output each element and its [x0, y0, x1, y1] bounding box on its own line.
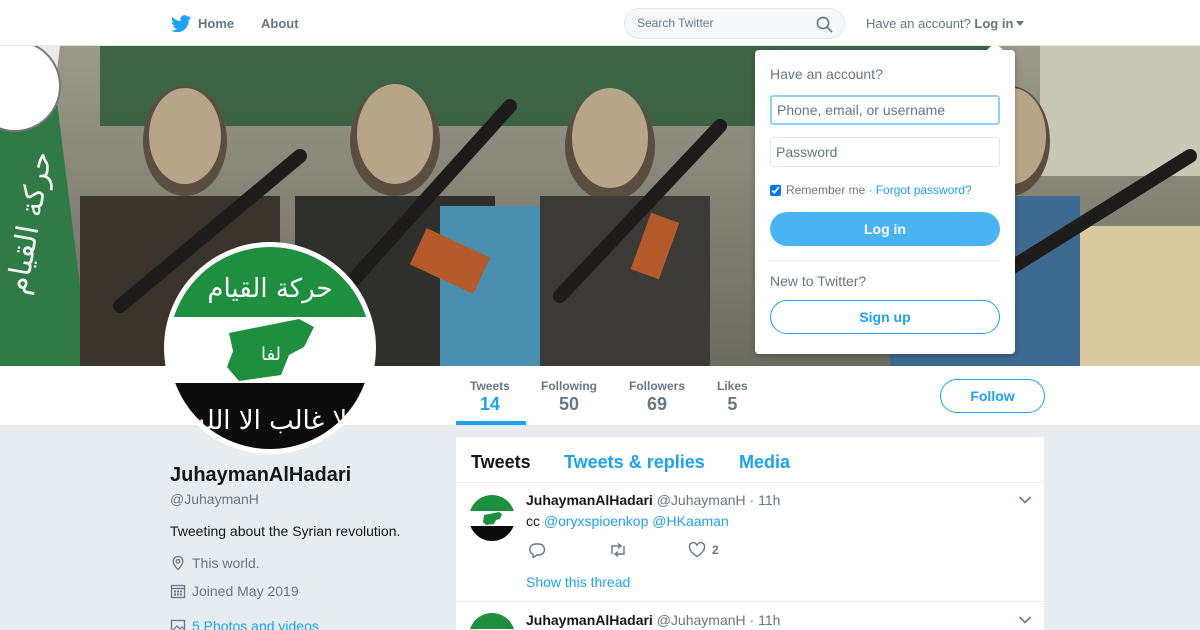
nav-home-label: Home: [198, 15, 235, 31]
remember-row: Remember me · Forgot password?: [770, 183, 972, 197]
stat-following-value: 50: [558, 394, 580, 414]
username-field[interactable]: [770, 95, 1000, 125]
stat-followers-label: Followers: [629, 379, 686, 393]
reply-button[interactable]: [528, 542, 546, 558]
active-stat-underline: [456, 421, 526, 425]
tweet-author-name[interactable]: JuhaymanAlHadari: [526, 612, 653, 628]
stat-following-label: Following: [541, 379, 597, 393]
profile-name[interactable]: JuhaymanAlHadari: [170, 464, 351, 487]
profile-joined-text: Joined May 2019: [192, 583, 299, 599]
profile-handle[interactable]: @JuhaymanH: [170, 491, 259, 507]
tweet-timestamp[interactable]: · 11h: [750, 612, 781, 628]
search-box: [624, 8, 845, 39]
avatar-logo: حركة القيام لفا لا غالب الا الله: [169, 247, 371, 449]
tweet-text-prefix: cc: [526, 513, 540, 529]
heart-icon: [688, 542, 706, 558]
tweet-avatar[interactable]: [469, 495, 515, 541]
login-button[interactable]: Log in: [770, 212, 1000, 246]
profile-joined: Joined May 2019: [170, 583, 299, 599]
tweet-header: JuhaymanAlHadari @JuhaymanH · 11h: [526, 612, 780, 628]
stat-likes[interactable]: Likes 5: [717, 379, 748, 415]
tab-tweets-replies[interactable]: Tweets & replies: [564, 452, 705, 473]
chevron-down-icon[interactable]: [1018, 615, 1032, 625]
chevron-down-icon[interactable]: [1018, 495, 1032, 505]
login-toggle-label: Log in: [974, 16, 1014, 31]
photos-videos-link[interactable]: 5 Photos and videos: [192, 618, 319, 630]
retweet-button[interactable]: [608, 542, 628, 558]
follow-button[interactable]: Follow: [940, 379, 1045, 413]
twitter-bird-icon: [171, 14, 191, 32]
tweet-avatar[interactable]: [469, 613, 515, 630]
tweet-author-handle[interactable]: @JuhaymanH: [657, 492, 746, 508]
profile-photos: 5 Photos and videos: [170, 618, 319, 630]
tweet-avatar-logo: [469, 495, 515, 541]
top-navigation-bar: Home About Have an account? Log in: [0, 0, 1200, 46]
avatar-map-text: لفا: [261, 344, 281, 365]
tab-tweets[interactable]: Tweets: [471, 452, 531, 473]
tweet[interactable]: JuhaymanAlHadari @JuhaymanH · 11h cc @or…: [456, 483, 1044, 602]
tweet-mention[interactable]: @HKaaman: [652, 513, 728, 529]
nav-home-link[interactable]: Home: [171, 13, 234, 33]
new-to-twitter-text: New to Twitter?: [770, 273, 867, 289]
avatar-text-top: حركة القيام: [207, 274, 332, 304]
search-input[interactable]: [637, 16, 807, 30]
login-dropdown-toggle[interactable]: Log in: [974, 16, 1025, 31]
tweet-mention[interactable]: @oryxspioenkop: [544, 513, 649, 529]
nav-about-link[interactable]: About: [261, 16, 299, 31]
location-pin-icon: [172, 555, 184, 571]
forgot-password-link[interactable]: Forgot password?: [876, 183, 972, 197]
chevron-down-icon: [1016, 21, 1025, 26]
stat-likes-value: 5: [727, 394, 738, 414]
search-icon[interactable]: [816, 16, 833, 33]
stat-followers[interactable]: Followers 69: [629, 379, 685, 415]
retweet-icon: [611, 542, 625, 558]
remember-me-label: Remember me ·: [786, 183, 873, 197]
tweet[interactable]: JuhaymanAlHadari @JuhaymanH · 11h: [456, 603, 1044, 630]
stat-following[interactable]: Following 50: [541, 379, 597, 415]
avatar[interactable]: حركة القيام لفا لا غالب الا الله: [164, 242, 376, 454]
calendar-icon: [170, 584, 186, 599]
account-prompt: Have an account? Log in: [866, 16, 1025, 31]
profile-location-text: This world.: [192, 555, 260, 571]
show-thread-link[interactable]: Show this thread: [526, 574, 630, 590]
tweet-avatar-logo: [469, 613, 515, 630]
tweet-text: cc @oryxspioenkop @HKaaman: [526, 513, 729, 529]
stat-likes-label: Likes: [717, 379, 748, 393]
password-field[interactable]: [770, 137, 1000, 167]
profile-bio: Tweeting about the Syrian revolution.: [170, 523, 401, 539]
stat-tweets-value: 14: [479, 394, 500, 414]
like-button[interactable]: 2: [688, 542, 719, 558]
have-account-text: Have an account?: [866, 16, 971, 31]
profile-location: This world.: [170, 555, 260, 571]
avatar-text-bottom: لا غالب الا الله: [193, 406, 347, 436]
signup-button[interactable]: Sign up: [770, 300, 1000, 334]
login-dropdown: Have an account? Remember me · Forgot pa…: [755, 42, 1015, 354]
dropdown-divider: [770, 260, 1000, 261]
remember-me-checkbox[interactable]: [770, 184, 781, 196]
tweet-header: JuhaymanAlHadari @JuhaymanH · 11h: [526, 492, 780, 508]
like-count: 2: [712, 543, 719, 557]
stat-tweets-label: Tweets: [470, 379, 510, 393]
tab-media[interactable]: Media: [739, 452, 790, 473]
tweet-author-name[interactable]: JuhaymanAlHadari: [526, 492, 653, 508]
reply-icon: [529, 543, 546, 558]
stat-followers-value: 69: [646, 394, 668, 414]
stat-tweets[interactable]: Tweets 14: [470, 379, 510, 415]
timeline-tabs: Tweets Tweets & replies Media: [456, 437, 1044, 483]
timeline: Tweets Tweets & replies Media JuhaymanAl…: [456, 437, 1044, 630]
tweet-timestamp[interactable]: · 11h: [750, 492, 781, 508]
dropdown-title: Have an account?: [770, 66, 883, 82]
tweet-author-handle[interactable]: @JuhaymanH: [657, 612, 746, 628]
image-icon: [170, 619, 186, 630]
